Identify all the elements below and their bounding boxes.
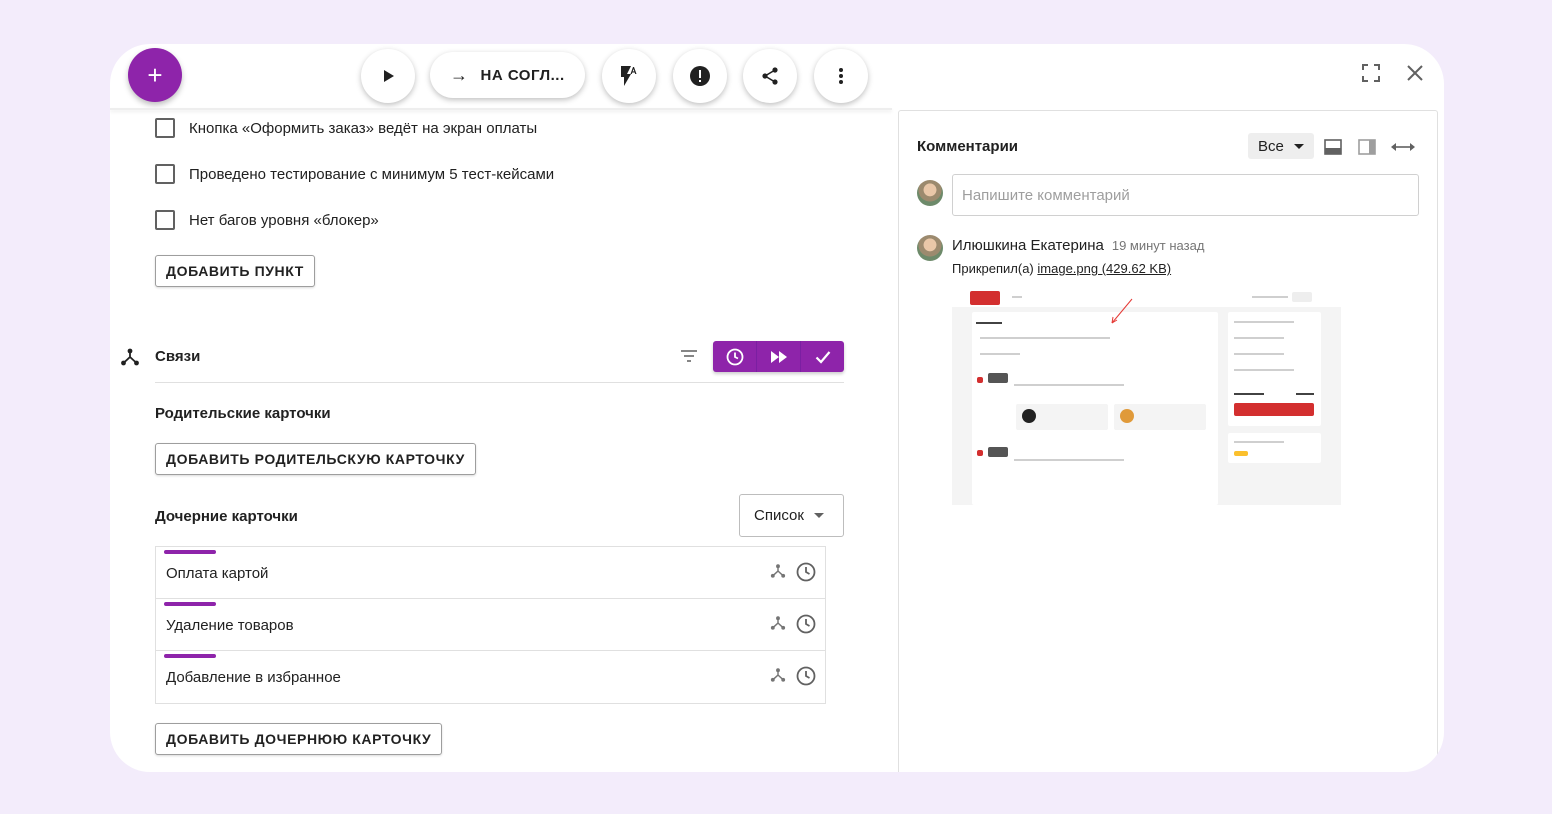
checklist-item-label: Проведено тестирование с минимум 5 тест-… [189,165,555,183]
comment-attachment: Прикрепил(а) image.png (429.62 KB) [952,261,1171,276]
fullscreen-button[interactable] [1362,62,1380,88]
links-mode-toggle [713,341,844,372]
checkbox[interactable] [155,118,175,138]
more-button[interactable] [814,49,868,103]
flash-auto-icon [621,66,637,86]
history-toggle[interactable] [713,341,757,372]
checklist-item[interactable]: Нет багов уровня «блокер» [155,210,379,230]
caret-down-icon [1293,143,1304,149]
play-icon [384,70,394,82]
arrow-right-icon: → [450,64,469,85]
attachment-link[interactable]: image.png (429.62 KB) [1037,261,1171,276]
filter-icon[interactable] [680,349,698,363]
comment-author: Илюшкина Екатерина [952,237,1104,254]
clock-icon [726,348,743,365]
alert-icon [690,66,710,86]
children-title: Дочерние карточки [155,508,298,525]
comments-title: Комментарии [917,138,1019,155]
card-color-bar [164,550,216,554]
hierarchy-icon[interactable] [770,615,786,631]
checklist-item-label: Кнопка «Оформить заказ» ведёт на экран о… [189,119,538,137]
fullscreen-icon [1362,64,1380,82]
toolbar-divider [110,108,892,110]
add-child-button[interactable]: ДОБАВИТЬ ДОЧЕРНЮЮ КАРТОЧКУ [155,723,443,755]
links-title: Связи [155,348,201,365]
avatar [917,235,943,261]
list-item[interactable]: Добавление в избранное [156,651,825,703]
fast-forward-icon [770,350,787,363]
resize-horizontal-icon[interactable] [1390,141,1416,153]
card-window: + → НА СОГЛ... Кнопка «Оформить заказ» в… [110,44,1444,772]
alert-button[interactable] [673,49,727,103]
preview-logo [970,291,1000,305]
clock-icon[interactable] [796,562,816,582]
status-transition-button[interactable]: → НА СОГЛ... [430,52,585,98]
avatar [917,180,943,206]
card-color-bar [164,654,216,658]
checklist-item-label: Нет багов уровня «блокер» [189,211,379,229]
child-cards-list: Оплата картой Удаление товаров Добавлени… [155,546,826,704]
comments-filter-value: Все [1258,137,1284,155]
layout-side-icon[interactable] [1358,139,1376,155]
status-transition-label: НА СОГЛ... [480,66,565,84]
play-button[interactable] [361,49,415,103]
list-item[interactable]: Оплата картой [156,547,825,599]
layout-bottom-icon[interactable] [1324,139,1342,155]
hierarchy-icon[interactable] [770,667,786,683]
list-item[interactable]: Удаление товаров [156,599,825,651]
child-card-title: Удаление товаров [166,617,294,634]
more-vertical-icon [839,68,843,84]
automation-button[interactable] [602,49,656,103]
links-divider [155,382,844,383]
check-icon [815,350,830,364]
close-button[interactable] [1406,62,1424,88]
done-toggle[interactable] [801,341,844,372]
child-card-title: Добавление в избранное [166,669,341,686]
card-color-bar [164,602,216,606]
attachment-image-preview[interactable] [952,287,1341,505]
hierarchy-icon[interactable] [770,563,786,579]
clock-icon[interactable] [796,614,816,634]
comments-panel: Комментарии Все Илюшкина Екатерина 19 мин… [898,110,1438,772]
comment-time: 19 минут назад [1111,238,1205,253]
share-button[interactable] [743,49,797,103]
add-parent-button[interactable]: ДОБАВИТЬ РОДИТЕЛЬСКУЮ КАРТОЧКУ [155,443,476,475]
preview-installment [1228,433,1321,463]
caret-down-icon [813,513,824,518]
comment-input[interactable] [952,174,1419,216]
close-icon [1407,65,1423,81]
view-select-value: Список [754,507,804,524]
view-select[interactable]: Список [739,494,844,537]
checklist-item[interactable]: Кнопка «Оформить заказ» ведёт на экран о… [155,118,537,138]
comment-header: Илюшкина Екатерина 19 минут назад [952,237,1204,254]
clock-icon[interactable] [796,666,816,686]
checkbox[interactable] [155,164,175,184]
comments-filter-select[interactable]: Все [1248,133,1314,159]
forward-toggle[interactable] [757,341,801,372]
share-icon [762,67,778,85]
hierarchy-icon [121,348,139,366]
checklist-item[interactable]: Проведено тестирование с минимум 5 тест-… [155,164,554,184]
add-item-button[interactable]: ДОБАВИТЬ ПУНКТ [155,255,315,287]
child-card-title: Оплата картой [166,565,269,582]
parents-title: Родительские карточки [155,405,331,422]
add-fab-button[interactable]: + [128,48,182,102]
attachment-prefix: Прикрепил(а) [952,261,1034,276]
checkbox[interactable] [155,210,175,230]
